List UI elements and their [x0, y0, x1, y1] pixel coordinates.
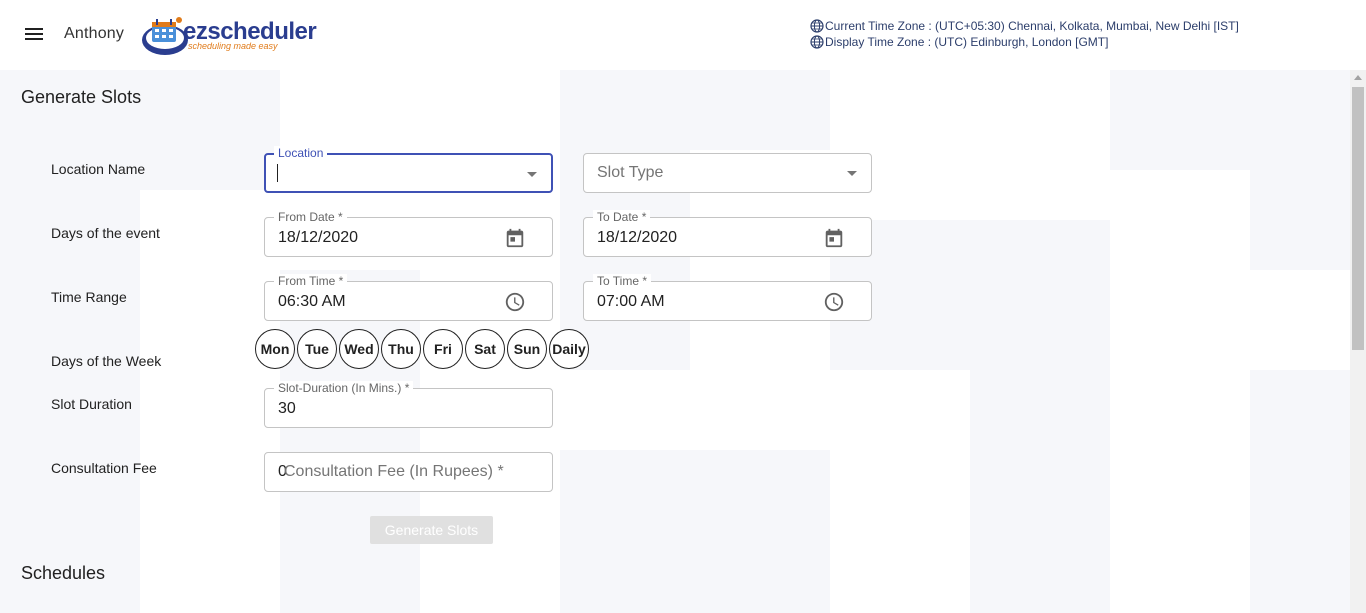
calendar-icon[interactable] — [823, 227, 845, 249]
globe-icon — [810, 35, 824, 49]
from-date-value: 18/12/2020 — [278, 229, 359, 246]
clock-icon[interactable] — [504, 291, 526, 313]
scroll-thumb[interactable] — [1352, 87, 1364, 350]
app-logo[interactable]: ezscheduler scheduling made easy — [141, 14, 317, 56]
calendar-icon[interactable] — [504, 227, 526, 249]
days-of-week-label: Days of the Week — [51, 353, 162, 369]
day-button-sat[interactable]: Sat — [465, 329, 505, 369]
to-date-field[interactable]: To Date * 18/12/2020 — [583, 210, 872, 257]
calendar-logo-icon — [142, 17, 188, 55]
location-legend: Location — [274, 146, 328, 160]
day-button-fri[interactable]: Fri — [423, 329, 463, 369]
consultation-fee-label: Consultation Fee — [51, 460, 157, 476]
from-date-field[interactable]: From Date * 18/12/2020 — [264, 210, 553, 257]
day-button-thu[interactable]: Thu — [381, 329, 421, 369]
from-time-legend: From Time * — [274, 274, 348, 288]
slot-type-placeholder: Slot Type — [597, 164, 664, 181]
generate-slots-button[interactable]: Generate Slots — [370, 516, 493, 544]
day-button-sun[interactable]: Sun — [507, 329, 547, 369]
from-time-value: 06:30 AM — [278, 293, 346, 310]
location-select[interactable]: Location — [264, 146, 553, 193]
from-time-field[interactable]: From Time * 06:30 AM — [264, 274, 553, 321]
to-date-legend: To Date * — [593, 210, 651, 224]
consultation-fee-placeholder: Consultation Fee (In Rupees) * — [284, 463, 504, 480]
schedules-title: Schedules — [21, 563, 106, 583]
page-scrollbar[interactable] — [1350, 70, 1366, 613]
to-time-legend: To Time * — [593, 274, 652, 288]
consultation-fee-field[interactable]: 0 Consultation Fee (In Rupees) * — [264, 452, 553, 492]
slot-type-select[interactable]: Slot Type — [583, 153, 872, 193]
timezone-info: Current Time Zone : (UTC+05:30) Chennai,… — [810, 18, 1239, 50]
background-pattern — [0, 70, 1350, 613]
day-button-mon[interactable]: Mon — [255, 329, 295, 369]
day-button-tue[interactable]: Tue — [297, 329, 337, 369]
slot-duration-value: 30 — [278, 400, 296, 417]
dropdown-arrow-icon[interactable] — [527, 172, 537, 177]
logo-tagline: scheduling made easy — [188, 41, 278, 51]
slot-duration-field[interactable]: Slot-Duration (In Mins.) * 30 — [264, 381, 553, 428]
location-name-label: Location Name — [51, 161, 146, 177]
globe-icon — [810, 19, 824, 33]
to-time-field[interactable]: To Time * 07:00 AM — [583, 274, 872, 321]
text-cursor — [277, 164, 278, 182]
generate-slots-title: Generate Slots — [21, 87, 142, 107]
time-range-label: Time Range — [51, 289, 127, 305]
slot-duration-legend: Slot-Duration (In Mins.) * — [274, 381, 414, 395]
to-time-value: 07:00 AM — [597, 293, 665, 310]
to-date-value: 18/12/2020 — [597, 229, 678, 246]
menu-icon[interactable] — [24, 24, 46, 44]
slot-duration-label: Slot Duration — [51, 396, 132, 412]
dropdown-arrow-icon[interactable] — [847, 171, 857, 176]
clock-icon[interactable] — [823, 291, 845, 313]
days-of-week-selector: Mon Tue Wed Thu Fri Sat Sun Daily — [255, 329, 591, 369]
display-timezone: Display Time Zone : (UTC) Edinburgh, Lon… — [825, 35, 1109, 49]
day-button-wed[interactable]: Wed — [339, 329, 379, 369]
scroll-up-arrow-icon[interactable] — [1354, 75, 1362, 80]
day-button-daily[interactable]: Daily — [549, 329, 589, 369]
days-of-event-label: Days of the event — [51, 225, 160, 241]
current-timezone: Current Time Zone : (UTC+05:30) Chennai,… — [825, 19, 1239, 33]
top-bar: Anthony ezscheduler scheduling made easy — [0, 0, 1366, 70]
from-date-legend: From Date * — [274, 210, 347, 224]
user-name: Anthony — [64, 25, 125, 42]
